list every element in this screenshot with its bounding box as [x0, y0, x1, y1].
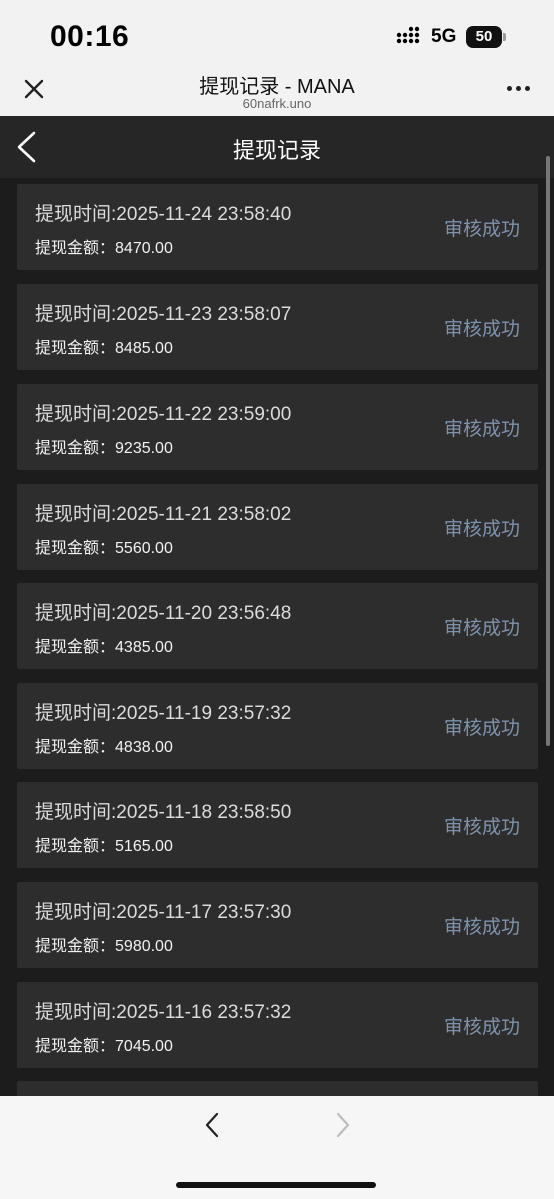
record-status: 审核成功 [443, 519, 520, 540]
browser-toolbar [0, 1096, 554, 1199]
record-status: 审核成功 [443, 1017, 520, 1038]
record-status: 审核成功 [443, 618, 520, 639]
record-amount: 7045.00 [115, 1038, 173, 1055]
battery-icon: 50 [466, 26, 506, 48]
record-time: 提现时间:2025-11-23 23:58:07 [35, 304, 292, 325]
record-time: 提现时间:2025-11-21 23:58:02 [35, 504, 292, 525]
record-status: 审核成功 [443, 319, 520, 340]
record-item[interactable]: 提现时间:2025-11-21 23:58:02 提现金额：5560.00 审核… [17, 484, 538, 570]
record-time: 提现时间:2025-11-17 23:57:30 [35, 902, 292, 923]
record-status: 审核成功 [443, 419, 520, 440]
record-item[interactable]: 提现时间:2025-11-24 23:58:40 提现金额：8470.00 审核… [17, 184, 538, 270]
record-amount-label: 提现金额： [35, 540, 116, 557]
record-amount-row: 提现金额：8470.00 [35, 234, 173, 258]
record-amount-row: 提现金额：4385.00 [35, 633, 173, 657]
record-time: 提现时间:2025-11-22 23:59:00 [35, 404, 292, 425]
record-amount-row: 提现金额：5560.00 [35, 534, 173, 558]
record-item[interactable]: 提现时间:2025-11-18 23:58:50 提现金额：5165.00 审核… [17, 782, 538, 868]
record-status: 审核成功 [443, 917, 520, 938]
record-amount: 5560.00 [115, 540, 173, 557]
browser-title: 提现记录 - MANA [199, 76, 355, 98]
record-amount-label: 提现金额： [35, 639, 116, 656]
record-status: 审核成功 [443, 718, 520, 739]
record-amount-row: 提现金额：5980.00 [35, 932, 173, 956]
more-icon[interactable] [507, 84, 533, 94]
record-amount-row: 提现金额：8485.00 [35, 334, 173, 358]
record-amount: 5980.00 [115, 938, 173, 955]
record-amount-label: 提现金额： [35, 340, 116, 357]
record-amount-row: 提现金额：9235.00 [35, 434, 173, 458]
record-item[interactable]: 提现时间:2025-11-20 23:56:48 提现金额：4385.00 审核… [17, 583, 538, 669]
record-amount: 9235.00 [115, 440, 173, 457]
record-item[interactable]: 提现时间:2025-11-23 23:58:07 提现金额：8485.00 审核… [17, 284, 538, 370]
record-time: 提现时间:2025-11-20 23:56:48 [35, 603, 292, 624]
record-amount: 5165.00 [115, 838, 173, 855]
browser-url: 60nafrk.uno [242, 96, 312, 111]
signal-icon [396, 26, 420, 44]
record-time: 提现时间:2025-11-16 23:57:32 [35, 1002, 292, 1023]
record-amount-label: 提现金额： [35, 938, 116, 955]
record-item[interactable]: 提现时间:2025-11-16 23:57:32 提现金额：7045.00 审核… [17, 982, 538, 1068]
record-amount-row: 提现金额：4838.00 [35, 733, 173, 757]
scrollbar-thumb[interactable] [546, 156, 550, 746]
next-icon[interactable] [333, 1112, 353, 1138]
record-status: 审核成功 [443, 219, 520, 240]
record-amount-row: 提现金额：7045.00 [35, 1032, 173, 1056]
record-amount-label: 提现金额： [35, 440, 116, 457]
record-amount-label: 提现金额： [35, 739, 116, 756]
record-item[interactable]: 提现时间:2025-11-17 23:57:30 提现金额：5980.00 审核… [17, 882, 538, 968]
status-time: 00:16 [50, 20, 130, 53]
page-title: 提现记录 [232, 138, 321, 163]
record-amount: 8470.00 [115, 240, 173, 257]
network-label: 5G [431, 26, 457, 47]
record-time: 提现时间:2025-11-19 23:57:32 [35, 703, 292, 724]
record-item[interactable]: 提现时间:2025-11-19 23:57:32 提现金额：4838.00 审核… [17, 683, 538, 769]
home-indicator [176, 1182, 376, 1188]
record-time: 提现时间:2025-11-24 23:58:40 [35, 204, 292, 225]
nav-bar: 提现记录 [0, 116, 554, 178]
record-amount-label: 提现金额： [35, 838, 116, 855]
record-item-partial[interactable] [17, 1081, 538, 1096]
record-time: 提现时间:2025-11-18 23:58:50 [35, 802, 292, 823]
record-amount: 4385.00 [115, 639, 173, 656]
record-amount: 4838.00 [115, 739, 173, 756]
record-amount-label: 提现金额： [35, 1038, 116, 1055]
withdrawal-records-page: 提现记录 提现时间:2025-11-24 23:58:40 提现金额：8470.… [0, 116, 554, 1096]
record-amount-row: 提现金额：5165.00 [35, 832, 173, 856]
prev-icon[interactable] [202, 1112, 222, 1138]
record-status: 审核成功 [443, 817, 520, 838]
record-amount-label: 提现金额： [35, 240, 116, 257]
battery-level: 50 [475, 28, 493, 45]
status-bar: 00:16 5G 50 [0, 0, 554, 72]
record-amount: 8485.00 [115, 340, 173, 357]
browser-header: 提现记录 - MANA 60nafrk.uno [0, 72, 554, 116]
record-item[interactable]: 提现时间:2025-11-22 23:59:00 提现金额：9235.00 审核… [17, 384, 538, 470]
